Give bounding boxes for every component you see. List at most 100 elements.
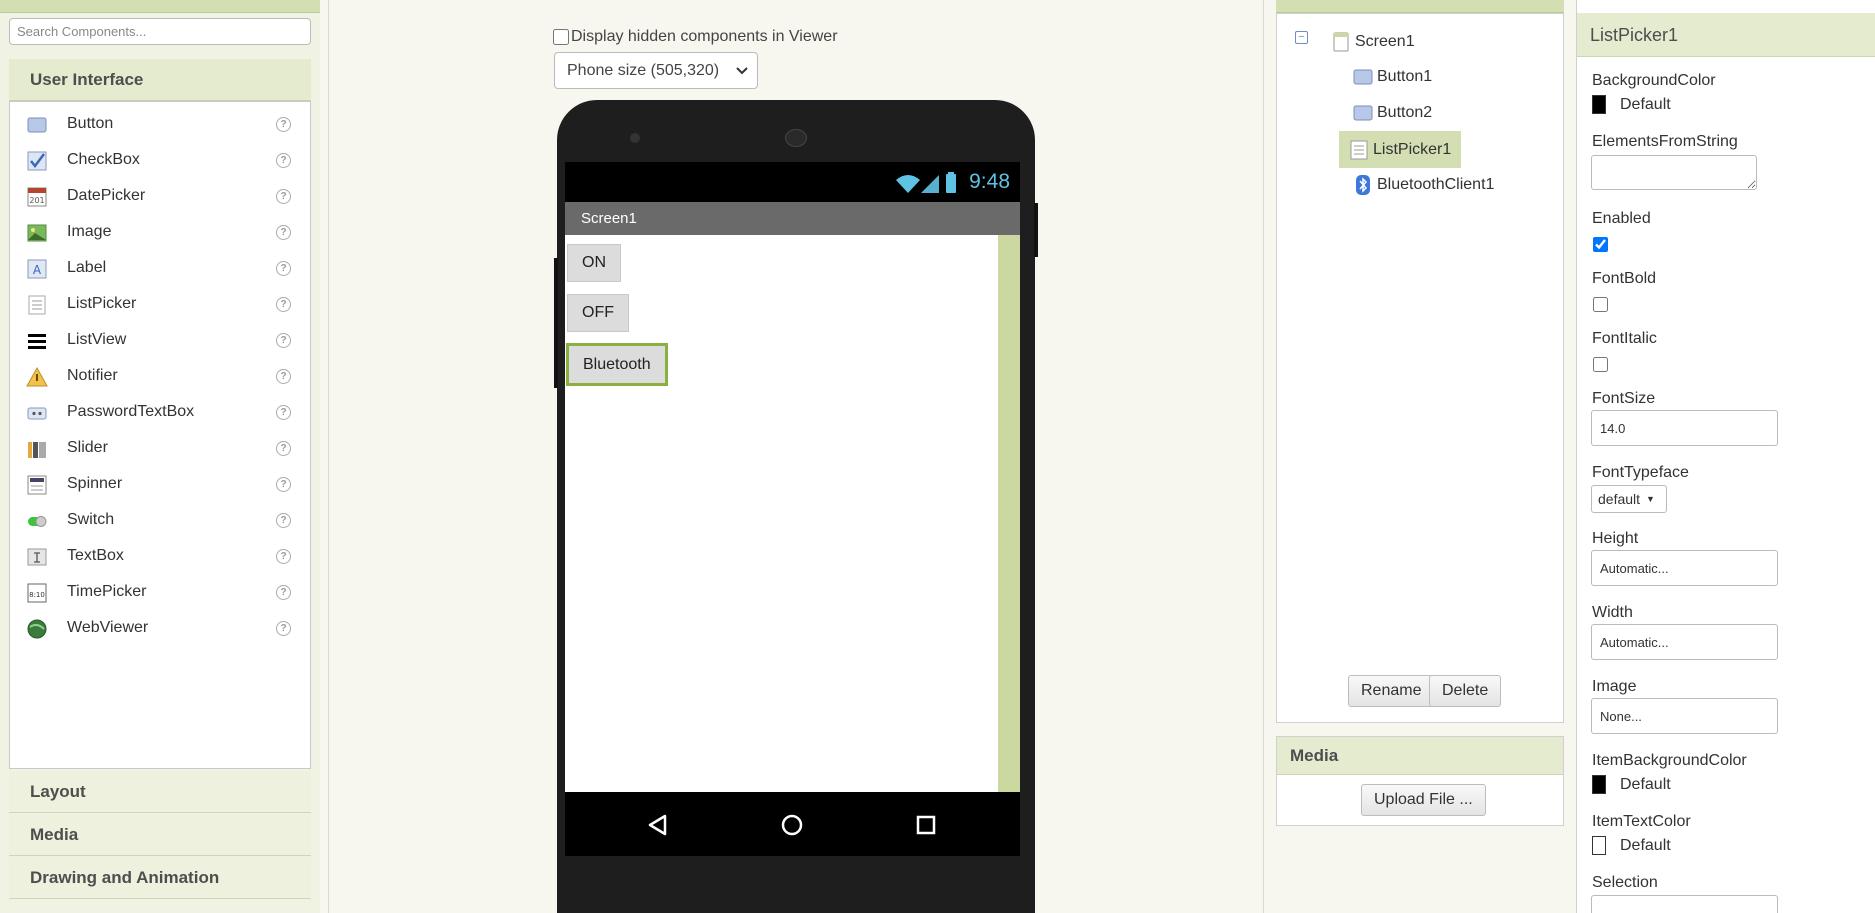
help-icon[interactable]: ? <box>276 333 291 348</box>
prop-selection-label: Selection <box>1592 874 1658 891</box>
help-icon[interactable]: ? <box>276 621 291 636</box>
category-media[interactable]: Media <box>9 814 311 856</box>
tree-label-listpicker1: ListPicker1 <box>1373 140 1452 158</box>
palette-item-label: PasswordTextBox <box>67 403 195 420</box>
home-icon[interactable] <box>781 814 803 836</box>
category-user-interface[interactable]: User Interface <box>9 59 311 101</box>
fontitalic-checkbox[interactable] <box>1593 357 1608 372</box>
elements-textarea[interactable] <box>1591 155 1757 190</box>
help-icon[interactable]: ? <box>276 117 291 132</box>
listpicker-icon <box>1350 140 1368 159</box>
category-drawing-and-animation[interactable]: Drawing and Animation <box>9 857 311 899</box>
help-icon[interactable]: ? <box>276 477 291 492</box>
recents-icon[interactable] <box>916 815 936 835</box>
svg-text:201: 201 <box>29 196 44 205</box>
collapse-icon[interactable]: − <box>1295 31 1308 44</box>
datepicker-icon: 201 <box>27 187 47 207</box>
typeface-select[interactable]: default ▼ <box>1591 485 1667 513</box>
prop-itemtext-label: ItemTextColor <box>1592 813 1691 830</box>
on-button[interactable]: ON <box>567 244 621 282</box>
screen-title-bar: Screen1 <box>565 202 1020 235</box>
fontsize-input[interactable] <box>1591 410 1778 446</box>
prop-typeface-label: FontTypeface <box>1592 464 1689 481</box>
rename-button[interactable]: Rename <box>1348 675 1435 707</box>
listpicker-icon <box>28 295 46 315</box>
color-swatch <box>1592 836 1606 855</box>
component-tree-panel: − Screen1 Button1 Button2 ListPicker1 Bl… <box>1276 13 1564 723</box>
palette-item-label: TextBox <box>67 547 124 564</box>
on-button-label: ON <box>582 254 606 271</box>
tree-item-button1[interactable]: Button1 <box>1349 61 1436 93</box>
camera-dot <box>630 133 640 143</box>
help-icon[interactable]: ? <box>276 261 291 276</box>
screen-icon <box>1333 32 1349 52</box>
password-icon <box>27 407 47 420</box>
svg-text:A: A <box>33 263 42 277</box>
status-bar: 9:48 <box>565 162 1020 202</box>
prop-itembg-value[interactable]: Default <box>1592 775 1671 794</box>
tree-item-screen1[interactable]: Screen1 <box>1327 26 1419 58</box>
listview-icon <box>28 334 46 349</box>
tree-label-bluetoothclient1: BluetoothClient1 <box>1377 176 1495 193</box>
palette-item-label: Notifier <box>67 367 118 384</box>
image-icon <box>27 224 47 242</box>
palette-item-label: WebViewer <box>67 619 149 636</box>
prop-fontbold-label: FontBold <box>1592 270 1657 287</box>
timepicker-icon: 8:10 <box>27 583 47 603</box>
off-button-label: OFF <box>582 304 614 321</box>
textbox-icon <box>27 548 47 566</box>
tree-item-bluetoothclient1[interactable]: BluetoothClient1 <box>1349 169 1498 201</box>
backgroundcolor-text: Default <box>1620 95 1671 113</box>
help-icon[interactable]: ? <box>276 549 291 564</box>
help-icon[interactable]: ? <box>276 297 291 312</box>
hidden-components-checkbox[interactable] <box>553 29 569 45</box>
help-icon[interactable]: ? <box>276 153 291 168</box>
back-icon[interactable] <box>647 814 667 836</box>
prop-itemtext-value[interactable]: Default <box>1592 836 1671 855</box>
button-icon <box>1353 105 1373 121</box>
color-swatch <box>1592 775 1606 794</box>
palette-item-label: Label <box>67 259 107 276</box>
help-icon[interactable]: ? <box>276 405 291 420</box>
phone-size-select[interactable]: Phone size (505,320) <box>554 52 758 89</box>
dropdown-arrow-icon: ▼ <box>1646 494 1655 504</box>
help-icon[interactable]: ? <box>276 441 291 456</box>
webviewer-icon <box>27 619 47 639</box>
hidden-components-option[interactable]: Display hidden components in Viewer <box>553 28 838 46</box>
selection-input[interactable] <box>1591 895 1778 913</box>
help-icon[interactable]: ? <box>276 585 291 600</box>
search-components-input[interactable] <box>9 18 311 45</box>
checkbox-icon <box>27 151 47 171</box>
width-input[interactable] <box>1591 624 1778 660</box>
palette-item-label: Image <box>67 223 112 240</box>
category-layout[interactable]: Layout <box>9 771 311 813</box>
palette-item-label: Spinner <box>67 475 123 492</box>
prop-backgroundcolor-value[interactable]: Default <box>1592 95 1671 114</box>
palette-item-label: ListPicker <box>67 295 137 312</box>
delete-button[interactable]: Delete <box>1429 675 1502 707</box>
palette-item-webviewer[interactable]: WebViewer? <box>10 607 310 650</box>
bluetooth-button-label: Bluetooth <box>583 355 651 373</box>
off-button[interactable]: OFF <box>567 294 629 332</box>
help-icon[interactable]: ? <box>276 513 291 528</box>
media-panel: Media Upload File ... <box>1276 736 1564 826</box>
palette-item-label: ListView <box>67 331 127 348</box>
palette-item-label: Switch <box>67 511 115 528</box>
fontbold-checkbox[interactable] <box>1593 297 1608 312</box>
battery-icon <box>946 172 956 193</box>
image-input[interactable] <box>1591 698 1778 734</box>
height-input[interactable] <box>1591 550 1778 586</box>
tree-item-listpicker1[interactable]: ListPicker1 <box>1339 131 1462 168</box>
help-icon[interactable]: ? <box>276 369 291 384</box>
bluetooth-button[interactable]: Bluetooth <box>566 343 668 386</box>
help-icon[interactable]: ? <box>276 225 291 240</box>
palette-item-label: Slider <box>67 439 108 456</box>
prop-width-label: Width <box>1592 604 1633 621</box>
enabled-checkbox[interactable] <box>1593 237 1608 252</box>
label-icon: A <box>27 259 47 279</box>
side-button-left <box>554 258 558 388</box>
viewer-scroll-strip[interactable] <box>998 235 1020 792</box>
upload-file-button[interactable]: Upload File ... <box>1361 784 1486 816</box>
tree-item-button2[interactable]: Button2 <box>1349 97 1436 129</box>
help-icon[interactable]: ? <box>276 189 291 204</box>
